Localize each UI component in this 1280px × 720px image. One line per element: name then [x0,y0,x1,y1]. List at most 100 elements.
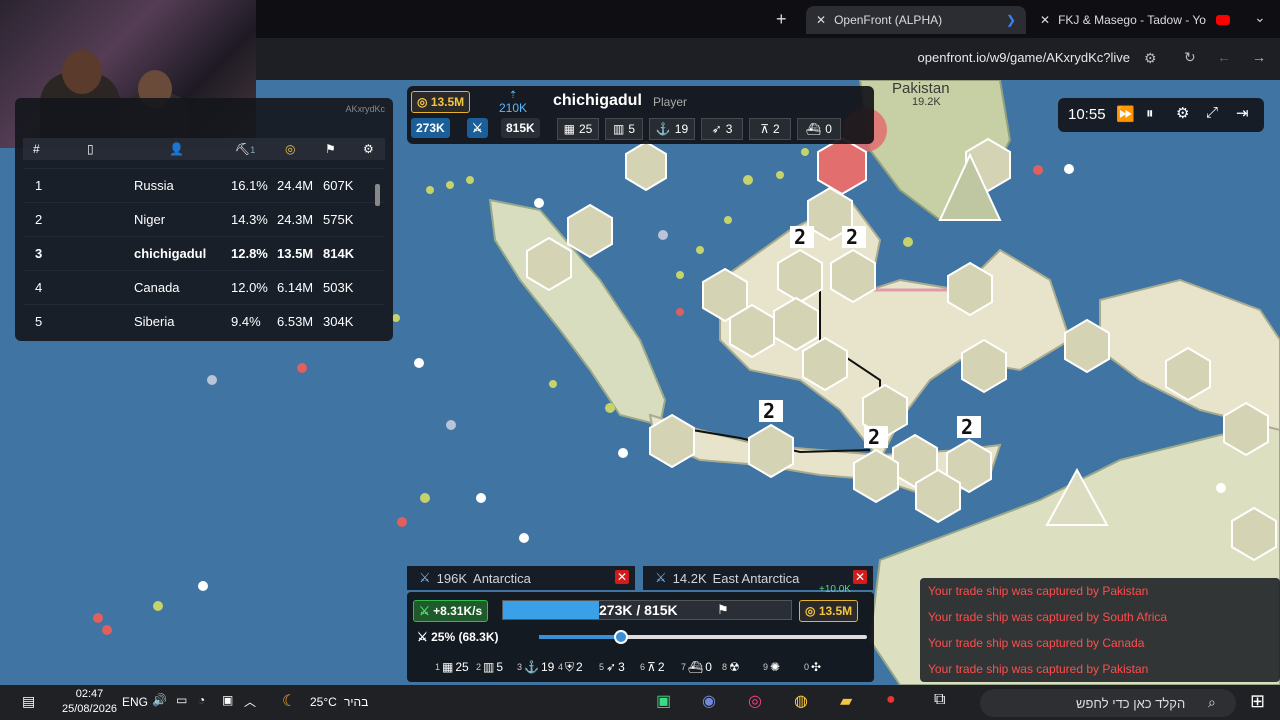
attack-ratio-thumb[interactable] [614,630,628,644]
streamer-head [62,50,102,94]
settings-gear-icon[interactable]: ⚙ [363,142,374,156]
mirv-icon: ✣ [811,660,822,674]
build-button-warship[interactable]: 7 ⛴ 0 [681,656,712,678]
income-rate: +8.31K/s [433,604,483,618]
battery-icon[interactable]: ◔ [198,693,205,707]
weather-text[interactable]: בהיר [344,695,368,709]
settings-gear-icon[interactable]: ⚙ [1176,104,1189,122]
fullscreen-icon[interactable]: ⤢ [1206,104,1218,121]
network-icon[interactable]: ▭ [176,693,187,707]
troops-column-icon[interactable]: ⚑ [325,142,336,156]
app-icon-green[interactable]: ▣ [656,691,671,711]
close-icon[interactable]: ✕ [816,13,826,27]
site-settings-icon[interactable]: ⚙ [1144,50,1157,67]
flag-column-icon[interactable]: ▯ [87,142,94,156]
svg-text:2: 2 [868,425,880,449]
hydrogen-bomb-icon: ✺ [770,660,781,674]
weather-temp[interactable]: 25°C [310,695,337,709]
gold-value: 13.5M [430,95,465,109]
volume-icon[interactable]: 🔊 [152,693,167,707]
file-explorer-icon[interactable]: ▰ [840,691,852,711]
build-button-factory[interactable]: 2 ▥ 5 [476,656,503,678]
build-button-hydrogen-bomb[interactable]: 9 ✺ [763,656,782,678]
gold: 13.5M [277,246,314,261]
url-text[interactable]: openfront.io/w9/game/AKxrydKc?live [918,50,1130,65]
obs-icon[interactable]: ● [886,691,896,709]
leaderboard-scrollbar[interactable] [375,184,380,206]
taskbar-search[interactable]: הקלד כאן כדי לחפש ⌕ [980,689,1236,717]
anchor-icon: ⚓ [655,122,671,136]
build-button-mirv[interactable]: 0 ✣ [804,656,823,678]
tab-list-chevron-icon[interactable]: ⌄ [1254,9,1266,26]
player-name: Russia [134,178,174,193]
gold: 6.53M [277,314,314,329]
exit-icon[interactable]: ⇥ [1236,104,1249,122]
leaderboard-row-self[interactable]: 3 chichigadul 12.8% 13.5M 814K [23,236,385,269]
pause-icon[interactable]: ⏸ [1146,105,1154,122]
leaderboard-row[interactable]: 1 Russia 16.1% 24.4M 607K [23,168,385,201]
attack-ratio-slider[interactable] [539,630,867,644]
troops: 607K [323,178,354,193]
weather-moon-icon[interactable]: ☾ [282,691,296,711]
player-column-icon[interactable]: 👤 [169,142,184,156]
leaderboard-row[interactable]: 5 Siberia 9.4% 6.53M 304K [23,304,385,337]
notification-message: Your trade ship was captured by Canada [928,636,1145,650]
build-button-sam-launcher[interactable]: 6 ⊼ 2 [640,656,665,678]
troops: 814K [323,246,355,261]
cities-count: 25 [578,122,593,136]
cancel-attack-button[interactable]: ✕ [615,570,629,584]
discord-icon[interactable]: ◉ [702,691,716,711]
hotkey-label: 7 [681,662,687,672]
attack-target: Antarctica [473,570,531,586]
notification-center-icon[interactable]: ▤ [22,693,35,710]
leaderboard-row[interactable]: 4 Canada 12.0% 6.14M 503K [23,270,385,303]
max-troops-value: 815K [506,121,535,135]
gold-column-icon[interactable]: ◎ [285,142,295,156]
control-panel: ⚔ +8.31K/s 273K / 815K ⚑ +10.0K ◎ 13.5M … [407,584,874,682]
build-button-city[interactable]: 1 ▦ 25 [435,656,469,678]
youtube-icon [1216,15,1231,25]
leaderboard-row[interactable]: 2 Niger 14.3% 24.3M 575K [23,202,385,235]
troop-income-icon: ⇡ [508,90,518,101]
svg-text:2: 2 [961,415,973,439]
windows-taskbar: ▤ 02:47 25/08/2026 ENG 🔊 ▭ ◔ ▣ ︿ ☾ 25°C … [0,685,1280,720]
chevron-up-icon[interactable]: ︿ [244,693,256,710]
gold-coin-icon: ◎ [805,604,816,618]
tab-music[interactable]: ✕ FKJ & Masego - Tadow - Yo [1030,6,1240,34]
fast-forward-icon[interactable]: ⏩ [1116,105,1135,123]
clock[interactable]: 02:47 25/08/2026 [62,687,117,717]
territory-column-icon[interactable]: ⛏1 [235,142,255,156]
port-icon: ⚓ [524,660,539,674]
tab-label: FKJ & Masego - Tadow - Yo [1058,13,1206,27]
task-view-icon[interactable]: ⧉ [934,691,945,709]
language-indicator[interactable]: ENG [122,695,148,709]
leaderboard-header: # ▯ 👤 ⛏1 ◎ ⚑ ⚙ [23,138,385,160]
back-arrow-icon[interactable]: ← [1217,49,1231,65]
build-button-missile-silo[interactable]: 5 ➶ 3 [599,656,625,678]
attack-indicator[interactable]: ⚔ 196K Antarctica ✕ [407,566,635,590]
rank: 2 [35,212,43,227]
map-label-pakistan-troops: 19.2K [912,96,941,108]
display-icon[interactable]: ▣ [222,693,233,707]
territory: 12.0% [231,280,268,295]
pakistan-name: Pakistan [892,80,950,97]
forward-arrow-icon[interactable]: → [1252,49,1266,65]
tab-openfront[interactable]: ✕ OpenFront (ALPHA) ❯ [806,6,1026,34]
troops-value: 273K [416,121,445,135]
chrome-icon[interactable]: ◍ [794,691,808,711]
factories-count: 5 [628,122,636,136]
close-icon[interactable]: ✕ [1040,13,1050,27]
build-button-defense-post[interactable]: 4 ⛨ 2 [558,656,583,678]
hotkey-label: 8 [722,662,728,672]
cancel-attack-button[interactable]: ✕ [853,570,867,584]
gold-pill: ◎ 13.5M [411,91,471,113]
attack-target: East Antarctica [712,570,800,586]
streaming-app-icon[interactable]: ◎ [748,691,762,711]
build-button-atom-bomb[interactable]: 8 ☢ [722,656,742,678]
reload-icon[interactable]: ↻ [1184,49,1196,66]
windows-start-icon[interactable]: ⊞ [1250,691,1265,712]
new-tab-button[interactable]: + [776,9,787,30]
city-icon: ▦ [563,122,575,136]
factories-stat: ▥ 5 [605,118,643,140]
build-button-port[interactable]: 3 ⚓ 19 [517,656,554,678]
